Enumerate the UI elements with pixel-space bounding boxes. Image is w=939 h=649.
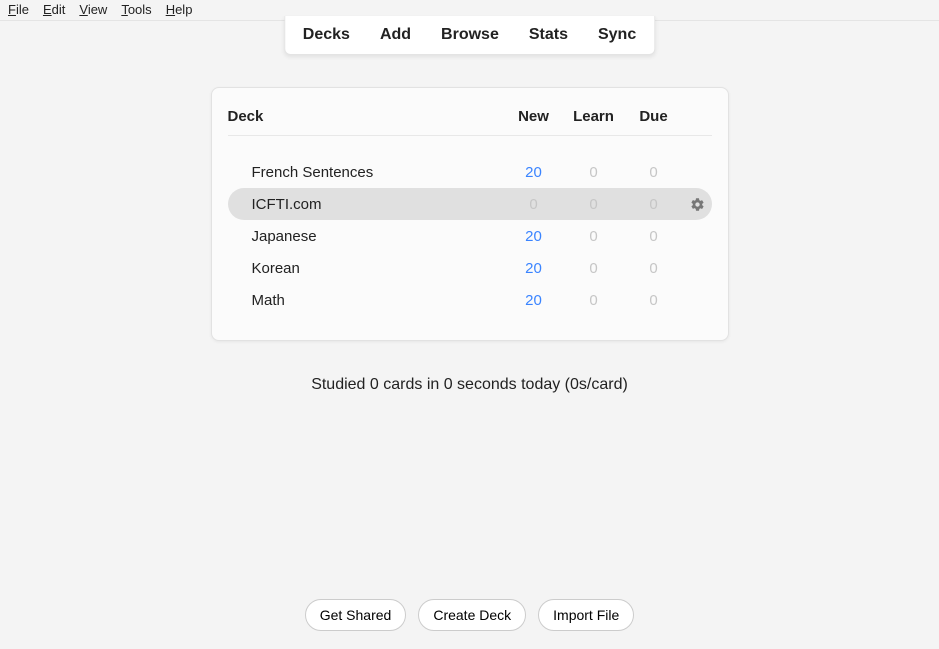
import-file-button[interactable]: Import File bbox=[538, 599, 634, 631]
menu-tools[interactable]: Tools bbox=[121, 2, 151, 20]
header-deck: Deck bbox=[228, 108, 504, 125]
deck-due: 0 bbox=[624, 196, 684, 213]
deck-learn: 0 bbox=[564, 292, 624, 309]
deck-panel: Deck New Learn Due French Sentences2000I… bbox=[211, 87, 729, 341]
nav-sync[interactable]: Sync bbox=[598, 26, 636, 44]
main-nav: Decks Add Browse Stats Sync bbox=[284, 16, 655, 55]
deck-row[interactable]: Math2000 bbox=[228, 284, 712, 316]
menu-view[interactable]: View bbox=[79, 2, 107, 20]
deck-due: 0 bbox=[624, 164, 684, 181]
deck-name: Japanese bbox=[252, 228, 504, 245]
deck-row[interactable]: ICFTI.com000 bbox=[228, 188, 712, 220]
deck-learn: 0 bbox=[564, 228, 624, 245]
deck-new: 20 bbox=[504, 292, 564, 309]
nav-stats[interactable]: Stats bbox=[529, 26, 568, 44]
deck-due: 0 bbox=[624, 260, 684, 277]
header-learn: Learn bbox=[564, 108, 624, 125]
deck-new: 20 bbox=[504, 260, 564, 277]
header-new: New bbox=[504, 108, 564, 125]
deck-name: ICFTI.com bbox=[252, 196, 504, 213]
deck-name: Math bbox=[252, 292, 504, 309]
deck-due: 0 bbox=[624, 228, 684, 245]
deck-new: 0 bbox=[504, 196, 564, 213]
menu-edit[interactable]: Edit bbox=[43, 2, 65, 20]
header-due: Due bbox=[624, 108, 684, 125]
study-status: Studied 0 cards in 0 seconds today (0s/c… bbox=[0, 376, 939, 394]
nav-browse[interactable]: Browse bbox=[441, 26, 499, 44]
deck-table-header: Deck New Learn Due bbox=[228, 102, 712, 136]
deck-new: 20 bbox=[504, 228, 564, 245]
nav-decks[interactable]: Decks bbox=[303, 26, 350, 44]
bottom-buttons: Get Shared Create Deck Import File bbox=[0, 599, 939, 631]
deck-new: 20 bbox=[504, 164, 564, 181]
menu-file[interactable]: File bbox=[8, 2, 29, 20]
deck-learn: 0 bbox=[564, 196, 624, 213]
gear-icon[interactable] bbox=[684, 197, 712, 212]
menu-help[interactable]: Help bbox=[166, 2, 193, 20]
deck-learn: 0 bbox=[564, 260, 624, 277]
get-shared-button[interactable]: Get Shared bbox=[305, 599, 407, 631]
deck-row[interactable]: Korean2000 bbox=[228, 252, 712, 284]
deck-name: Korean bbox=[252, 260, 504, 277]
deck-learn: 0 bbox=[564, 164, 624, 181]
deck-row[interactable]: Japanese2000 bbox=[228, 220, 712, 252]
deck-due: 0 bbox=[624, 292, 684, 309]
create-deck-button[interactable]: Create Deck bbox=[418, 599, 526, 631]
deck-name: French Sentences bbox=[252, 164, 504, 181]
nav-add[interactable]: Add bbox=[380, 26, 411, 44]
deck-row[interactable]: French Sentences2000 bbox=[228, 156, 712, 188]
